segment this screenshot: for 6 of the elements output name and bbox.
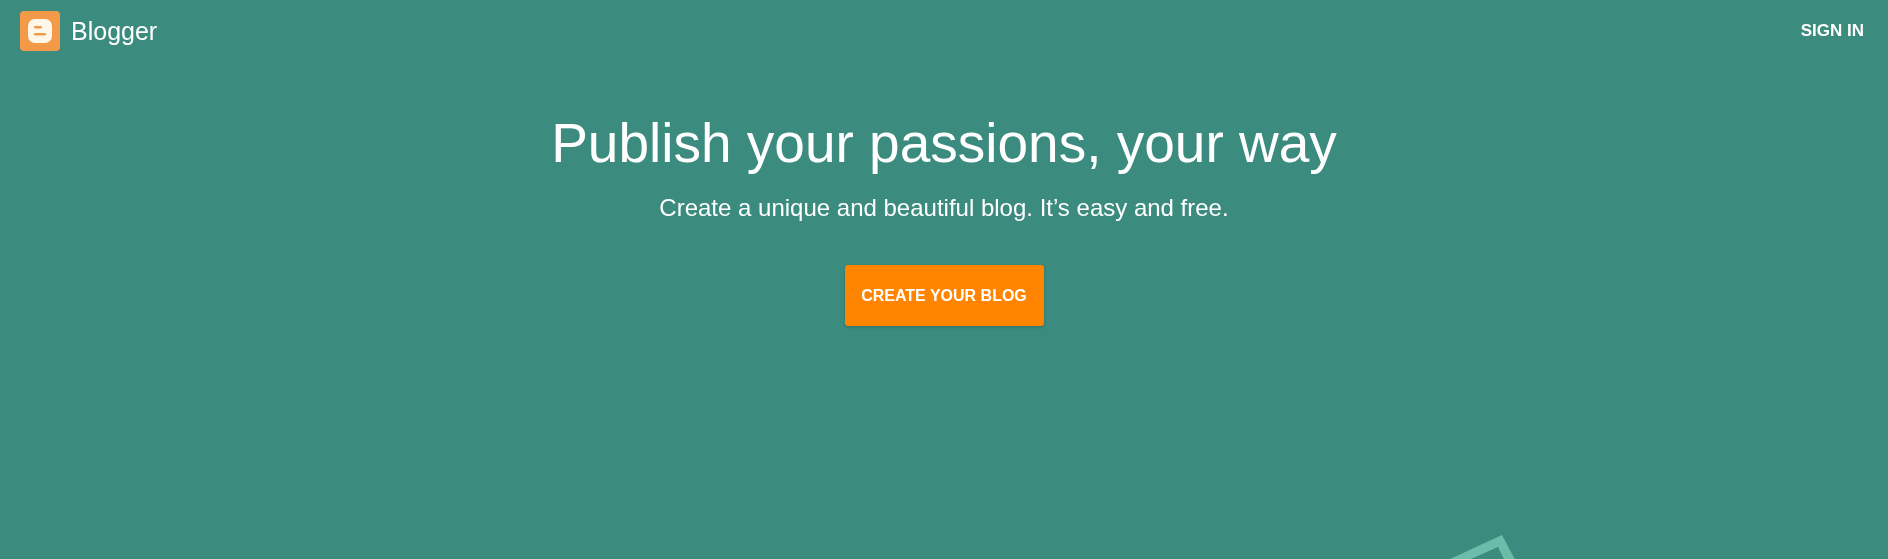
logo-icon[interactable] bbox=[20, 11, 60, 51]
create-blog-button[interactable]: CREATE YOUR BLOG bbox=[844, 265, 1044, 326]
brand-name: Blogger bbox=[71, 16, 158, 46]
hero-title: Publish your passions, your way bbox=[551, 111, 1337, 176]
sign-in-link[interactable]: SIGN IN bbox=[1800, 17, 1864, 45]
hero-subtitle: Create a unique and beautiful blog. It’s easy and free. bbox=[659, 194, 1229, 222]
